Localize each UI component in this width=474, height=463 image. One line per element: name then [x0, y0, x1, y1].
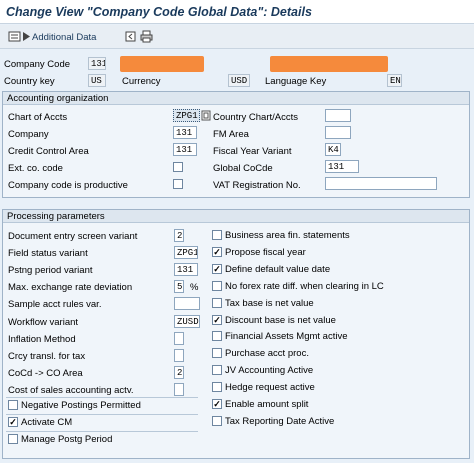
language-key-label: Language Key — [265, 76, 327, 87]
processing-checkbox[interactable] — [212, 230, 222, 240]
separator-line — [6, 397, 198, 398]
ext-co-code-label: Ext. co. code — [8, 163, 63, 174]
processing-field-label: Workflow variant — [8, 317, 79, 328]
company-code-label: Company Code — [4, 59, 71, 70]
processing-checkbox[interactable]: ✓ — [212, 399, 222, 409]
processing-field-input[interactable] — [174, 349, 184, 362]
percent-unit-label: % — [190, 282, 199, 293]
f4-help-icon[interactable] — [201, 110, 211, 121]
processing-checkbox-label: Tax Reporting Date Active — [225, 416, 335, 427]
processing-field-input[interactable]: 2 — [174, 229, 184, 242]
processing-parameters-title: Processing parameters — [3, 210, 469, 223]
processing-checkbox-label: Define default value date — [225, 264, 331, 275]
processing-checkbox-label: Business area fin. statements — [225, 230, 350, 241]
company-field[interactable]: 131 — [173, 126, 197, 139]
global-cocde-field[interactable]: 131 — [325, 160, 359, 173]
processing-checkbox[interactable]: ✓ — [212, 264, 222, 274]
processing-field-label: Pstng period variant — [8, 265, 93, 276]
processing-checkbox[interactable] — [212, 331, 222, 341]
chart-of-accts-field[interactable]: ZPG1 — [173, 109, 200, 122]
processing-checkbox[interactable] — [212, 382, 222, 392]
processing-checkbox[interactable]: ✓ — [8, 417, 18, 427]
processing-checkbox-label: JV Accounting Active — [225, 365, 314, 376]
processing-checkbox[interactable] — [212, 298, 222, 308]
processing-field-label: Max. exchange rate deviation — [8, 282, 133, 293]
processing-checkbox-label: Tax base is net value — [225, 298, 314, 309]
fiscal-year-variant-field[interactable]: K4 — [325, 143, 341, 156]
processing-checkbox[interactable] — [212, 365, 222, 375]
company-code-field: 131 — [88, 57, 106, 70]
processing-checkbox-label: Manage Postg Period — [21, 434, 113, 445]
processing-checkbox-label: Purchase acct proc. — [225, 348, 309, 359]
redacted-company-name — [120, 56, 204, 72]
processing-field-input[interactable] — [174, 332, 184, 345]
processing-checkbox[interactable]: ✓ — [212, 315, 222, 325]
company-label: Company — [8, 129, 49, 140]
processing-checkbox-label: Activate CM — [21, 417, 73, 428]
processing-checkbox-label: Negative Postings Permitted — [21, 400, 141, 411]
processing-field-label: Sample acct rules var. — [8, 299, 102, 310]
processing-field-input[interactable]: 131 — [174, 263, 198, 276]
processing-checkbox[interactable] — [212, 281, 222, 291]
country-key-field: US — [88, 74, 106, 87]
print-icon[interactable] — [140, 30, 153, 43]
separator-line — [6, 414, 198, 415]
chart-of-accts-label: Chart of Accts — [8, 112, 68, 123]
processing-field-input[interactable]: ZPG1 — [174, 246, 198, 259]
title-bar: Change View "Company Code Global Data": … — [0, 0, 474, 24]
processing-field-label: Field status variant — [8, 248, 88, 259]
country-key-label: Country key — [4, 76, 55, 87]
country-chart-field[interactable] — [325, 109, 351, 122]
previous-entry-icon[interactable] — [124, 30, 137, 43]
processing-checkbox[interactable] — [212, 348, 222, 358]
currency-label: Currency — [122, 76, 161, 87]
processing-checkbox[interactable]: ✓ — [212, 247, 222, 257]
language-key-field: EN — [387, 74, 402, 87]
toolbar: Additional Data — [0, 25, 474, 49]
vat-reg-field[interactable] — [325, 177, 437, 190]
processing-checkbox[interactable] — [212, 416, 222, 426]
redacted-city — [270, 56, 388, 72]
processing-field-label: CoCd -> CO Area — [8, 368, 83, 379]
processing-checkbox[interactable] — [8, 400, 18, 410]
vat-reg-label: VAT Registration No. — [213, 180, 301, 191]
processing-field-label: Document entry screen variant — [8, 231, 138, 242]
processing-checkbox[interactable] — [8, 434, 18, 444]
processing-field-input[interactable]: 5 — [174, 280, 184, 293]
credit-control-field[interactable]: 131 — [173, 143, 197, 156]
separator-line — [6, 431, 198, 432]
accounting-organization-title: Accounting organization — [3, 92, 469, 105]
processing-field-input[interactable] — [174, 297, 200, 310]
processing-checkbox-label: No forex rate diff. when clearing in LC — [225, 281, 384, 292]
processing-field-label: Crcy transl. for tax — [8, 351, 86, 362]
processing-field-input[interactable] — [174, 383, 184, 396]
additional-data-button[interactable]: Additional Data — [32, 32, 96, 43]
productive-label: Company code is productive — [8, 180, 128, 191]
fm-area-label: FM Area — [213, 129, 249, 140]
productive-checkbox[interactable] — [173, 179, 183, 189]
fiscal-year-variant-label: Fiscal Year Variant — [213, 146, 292, 157]
credit-control-label: Credit Control Area — [8, 146, 89, 157]
global-cocde-label: Global CoCde — [213, 163, 273, 174]
page-title: Change View "Company Code Global Data": … — [6, 5, 312, 19]
processing-checkbox-label: Financial Assets Mgmt active — [225, 331, 348, 342]
currency-field: USD — [228, 74, 250, 87]
processing-field-input[interactable]: ZUSD — [174, 315, 200, 328]
processing-field-label: Cost of sales accounting actv. — [8, 385, 134, 396]
processing-field-input[interactable]: 2 — [174, 366, 184, 379]
processing-checkbox-label: Hedge request active — [225, 382, 315, 393]
fm-area-field[interactable] — [325, 126, 351, 139]
processing-checkbox-label: Discount base is net value — [225, 315, 336, 326]
country-chart-label: Country Chart/Accts — [213, 112, 298, 123]
ext-co-code-checkbox[interactable] — [173, 162, 183, 172]
processing-checkbox-label: Enable amount split — [225, 399, 309, 410]
processing-field-label: Inflation Method — [8, 334, 76, 345]
processing-checkbox-label: Propose fiscal year — [225, 247, 306, 258]
